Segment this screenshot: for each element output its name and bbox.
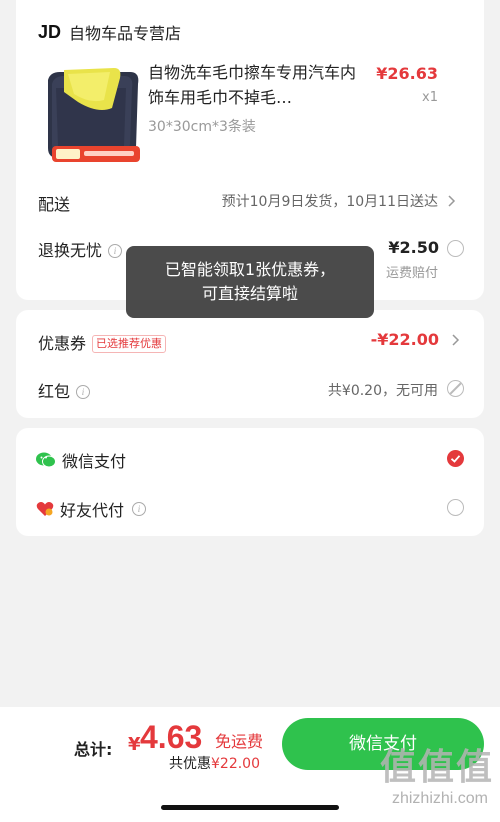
wechat-pay-radio-checked[interactable] (447, 450, 464, 467)
coupon-tag: 已选推荐优惠 (92, 335, 167, 353)
info-icon[interactable]: i (132, 502, 147, 516)
checkmark-icon (450, 455, 461, 463)
free-shipping: 免运费 (215, 732, 264, 751)
return-service-radio[interactable] (447, 240, 464, 257)
info-icon[interactable]: i (108, 244, 123, 258)
unavailable-icon (447, 380, 464, 397)
info-icon[interactable]: i (76, 385, 91, 399)
heart-icon (36, 502, 54, 516)
return-service-label: 退换无忧 (38, 241, 103, 260)
chevron-right-icon[interactable] (444, 193, 460, 209)
red-packet-label: 红包 (38, 382, 71, 401)
payment-card: 微信支付 好友代付 i (16, 428, 484, 536)
friend-pay-radio[interactable] (447, 499, 464, 516)
total-label: 总计: (74, 740, 113, 759)
coupon-label: 优惠券 (38, 334, 87, 353)
product-price: ¥26.63 (376, 64, 438, 83)
product-title[interactable]: 自物洗车毛巾擦车专用汽车内饰车用毛巾不掉毛… (148, 60, 363, 110)
shop-header[interactable]: JD 自物车品专营店 (38, 20, 181, 44)
coupon-row[interactable]: 优惠券 已选推荐优惠 (38, 330, 167, 354)
saved-amount: ¥22.00 (211, 756, 260, 772)
toast-line-2: 可直接结算啦 (201, 284, 298, 303)
wechat-pay-label: 微信支付 (62, 452, 127, 471)
total-amount: 4.63 (140, 719, 203, 755)
jd-logo: JD (38, 21, 62, 42)
red-packet-row: 红包 i (38, 378, 91, 402)
chevron-right-icon[interactable] (448, 332, 464, 348)
product-spec: 30*30cm*3条装 (148, 119, 256, 135)
watermark-logo: 值值值 (379, 747, 494, 788)
coupon-toast: 已智能领取1张优惠券， 可直接结算啦 (126, 246, 374, 318)
delivery-label: 配送 (38, 195, 71, 214)
discount-card: 优惠券 已选推荐优惠 -¥22.00 红包 i 共¥0.20，无可用 (16, 310, 484, 418)
return-service-price: ¥2.50 (388, 238, 439, 257)
coupon-value[interactable]: -¥22.00 (371, 330, 439, 349)
total-saved: 共优惠¥22.00 (169, 753, 260, 773)
return-service-sub: 运费赔付 (385, 266, 438, 281)
currency-symbol: ¥ (128, 734, 141, 755)
toast-line-1: 已智能领取1张优惠券， (164, 260, 336, 279)
red-packet-value: 共¥0.20，无可用 (327, 383, 438, 399)
return-service-row: 退换无忧 i (38, 237, 123, 261)
watermark-url: zhizhizhi.com (391, 790, 488, 807)
product-quantity: x1 (422, 90, 438, 105)
home-indicator[interactable] (161, 805, 339, 810)
towel-image-icon (38, 62, 156, 166)
shop-name: 自物车品专营店 (69, 24, 182, 43)
friend-pay-option[interactable]: 好友代付 i (36, 497, 147, 521)
wechat-pay-option[interactable]: 微信支付 (36, 448, 126, 472)
delivery-estimate[interactable]: 预计10月9日发货，10月11日送达 (222, 191, 438, 211)
friend-pay-label: 好友代付 (60, 501, 125, 520)
product-image[interactable] (38, 62, 156, 166)
wechat-icon (36, 452, 56, 468)
saved-prefix: 共优惠 (169, 756, 211, 772)
